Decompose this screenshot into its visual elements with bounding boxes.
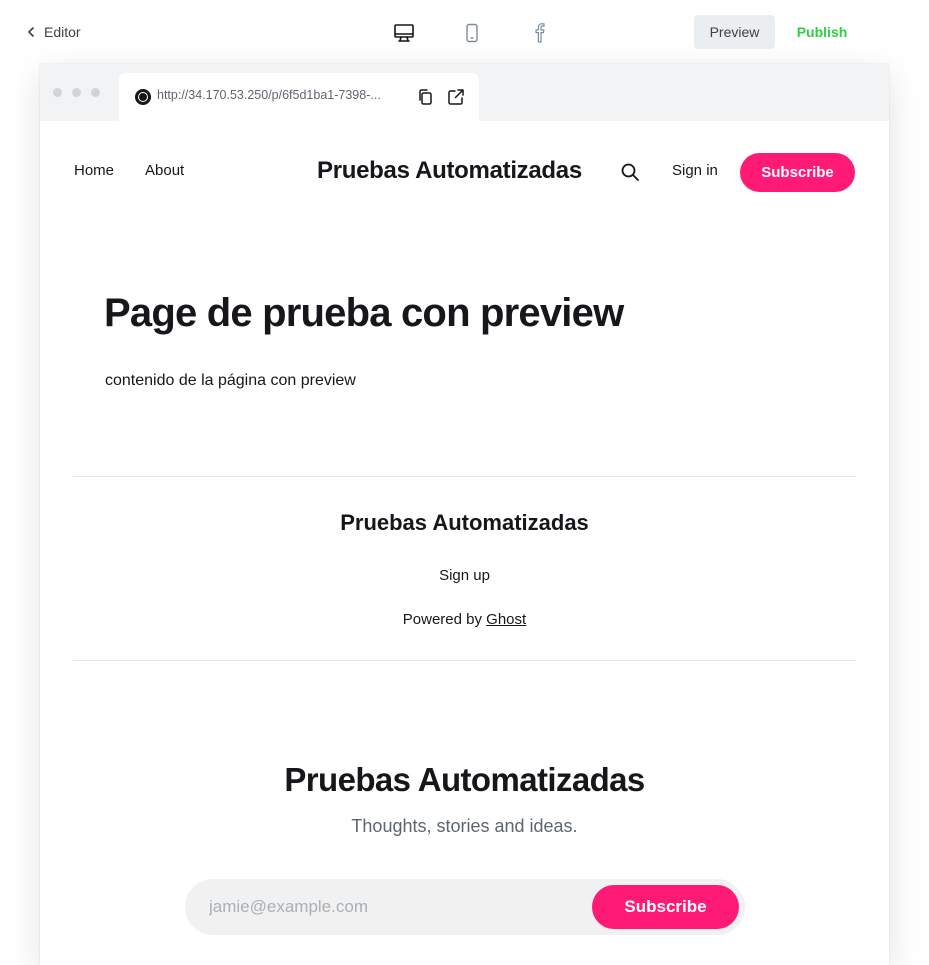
url-text[interactable]: http://34.170.53.250/p/6f5d1ba1-7398-... (157, 88, 407, 102)
page-content: contenido de la página con preview (105, 372, 356, 389)
footer-site-title: Pruebas Automatizadas (340, 510, 589, 535)
footer-signup: Sign up (40, 567, 889, 584)
subscribe-button[interactable]: Subscribe (740, 153, 855, 192)
cta-subscribe-button[interactable]: Subscribe (592, 885, 739, 929)
site-preview: Home About Pruebas Automatizadas Sign in… (40, 121, 889, 965)
browser-preview-frame: http://34.170.53.250/p/6f5d1ba1-7398-...… (40, 64, 889, 965)
mobile-icon (466, 23, 478, 43)
social-preview-button[interactable] (528, 21, 552, 45)
email-input[interactable] (209, 879, 589, 935)
ghost-link[interactable]: Ghost (486, 611, 526, 628)
window-dot (91, 88, 100, 97)
subscribe-form: Subscribe (185, 879, 745, 935)
search-icon[interactable] (619, 161, 641, 183)
editor-toolbar: Editor Preview Publish (0, 0, 929, 64)
powered-by-prefix: Powered by (402, 611, 487, 628)
divider (73, 476, 856, 477)
browser-chrome: http://34.170.53.250/p/6f5d1ba1-7398-... (40, 64, 889, 121)
copy-icon[interactable] (416, 88, 434, 106)
sign-in-link[interactable]: Sign in (672, 162, 718, 179)
desktop-preview-button[interactable] (392, 21, 416, 45)
window-dot (72, 88, 81, 97)
divider (73, 660, 856, 661)
mobile-preview-button[interactable] (460, 21, 484, 45)
back-label: Editor (44, 24, 81, 40)
nav-home-link[interactable]: Home (74, 162, 114, 179)
publish-button[interactable]: Publish (788, 15, 856, 49)
nav-about-link[interactable]: About (145, 162, 184, 179)
cta-description: Thoughts, stories and ideas. (351, 816, 578, 836)
external-link-icon[interactable] (447, 88, 465, 106)
window-dot (53, 88, 62, 97)
preview-button[interactable]: Preview (694, 15, 775, 49)
facebook-icon (535, 23, 545, 43)
page-title: Page de prueba con preview (104, 291, 624, 335)
window-dots (53, 88, 100, 97)
back-to-editor-button[interactable]: Editor (26, 22, 81, 42)
powered-by: Powered by Ghost (40, 611, 889, 628)
cta-title: Pruebas Automatizadas (284, 761, 645, 798)
site-favicon-icon (135, 89, 151, 105)
footer-signup-link[interactable]: Sign up (439, 567, 490, 584)
site-title[interactable]: Pruebas Automatizadas (317, 157, 582, 185)
desktop-icon (394, 24, 414, 42)
url-tab: http://34.170.53.250/p/6f5d1ba1-7398-... (119, 73, 479, 121)
chevron-left-icon (28, 27, 34, 37)
